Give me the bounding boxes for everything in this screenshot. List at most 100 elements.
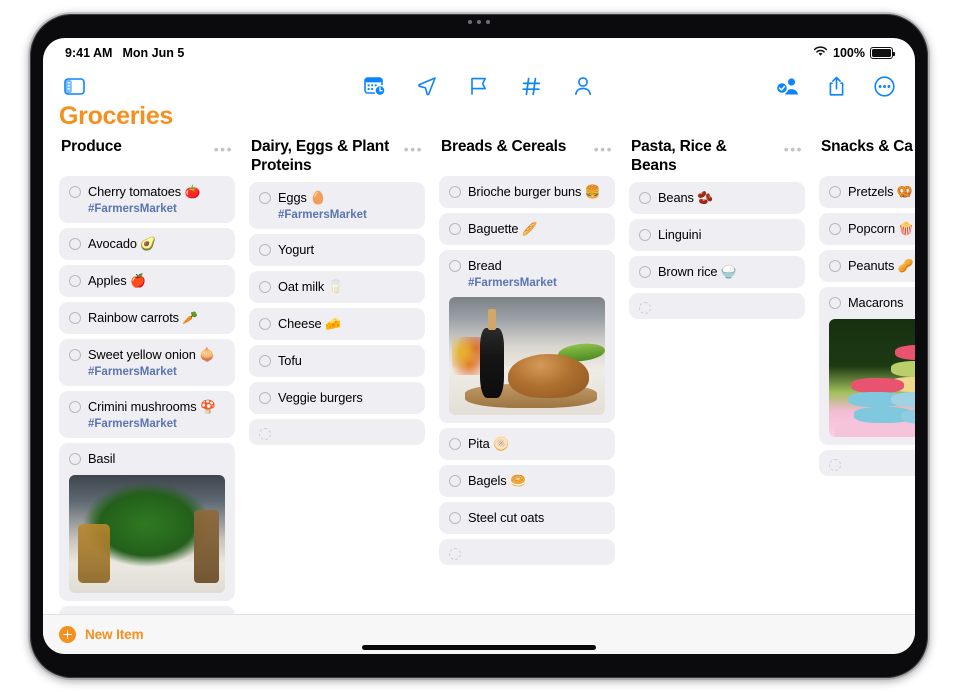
column-more-button[interactable]: •••: [404, 138, 423, 156]
checkbox-icon[interactable]: [829, 222, 841, 235]
checkbox-icon[interactable]: [829, 259, 841, 272]
list-item-label: Pretzels 🥨: [848, 184, 913, 199]
collaborate-icon[interactable]: [773, 71, 803, 101]
list-item-row: Crimini mushrooms 🍄: [69, 399, 225, 415]
checkbox-icon[interactable]: [639, 265, 651, 278]
share-icon[interactable]: [821, 71, 851, 101]
more-icon[interactable]: [869, 71, 899, 101]
column-more-button[interactable]: •••: [784, 138, 803, 156]
list-item[interactable]: Avocado 🥑: [59, 227, 235, 260]
list-item-row: [449, 546, 605, 560]
checkbox-icon[interactable]: [259, 191, 271, 204]
list-item[interactable]: Crimini mushrooms 🍄 #FarmersMarket: [59, 390, 235, 438]
checkbox-icon[interactable]: [259, 317, 271, 330]
list-item[interactable]: Linguini: [629, 218, 805, 251]
list-item-label: Basil: [88, 450, 116, 466]
item-tag[interactable]: #FarmersMarket: [69, 366, 225, 378]
new-item-placeholder[interactable]: [439, 538, 615, 565]
checkbox-icon[interactable]: [259, 354, 271, 367]
list-item[interactable]: Apples 🍎: [59, 264, 235, 297]
checkbox-icon[interactable]: [449, 474, 461, 487]
checkbox-icon[interactable]: [449, 511, 461, 524]
new-item-placeholder[interactable]: [629, 292, 805, 319]
list-item-label: Brioche burger buns 🍔: [468, 184, 601, 199]
column-more-button[interactable]: •••: [594, 138, 613, 156]
list-item[interactable]: Bagels 🥯: [439, 464, 615, 497]
list-item[interactable]: Popcorn 🍿: [819, 212, 915, 245]
checkbox-icon[interactable]: [639, 228, 651, 241]
list-item[interactable]: Brown rice 🍚: [629, 255, 805, 288]
item-photo-macaron[interactable]: [829, 318, 915, 437]
flag-icon[interactable]: [464, 71, 494, 101]
list-item[interactable]: Steel cut oats: [439, 501, 615, 534]
checkbox-icon[interactable]: [829, 296, 841, 309]
new-item-placeholder[interactable]: [819, 449, 915, 476]
list-item[interactable]: Peanuts 🥜: [819, 249, 915, 282]
checkbox-icon[interactable]: [69, 237, 81, 250]
new-item-placeholder[interactable]: [59, 605, 235, 614]
checkbox-icon[interactable]: [449, 547, 461, 560]
item-tag[interactable]: #FarmersMarket: [69, 203, 225, 215]
list-item[interactable]: Baguette 🥖: [439, 212, 615, 245]
list-item[interactable]: Tofu: [249, 344, 425, 377]
checkbox-icon[interactable]: [639, 301, 651, 314]
item-tag[interactable]: #FarmersMarket: [259, 209, 415, 221]
list-item[interactable]: Pretzels 🥨: [819, 176, 915, 208]
tag-icon[interactable]: [516, 71, 546, 101]
checkbox-icon[interactable]: [69, 452, 81, 465]
checkbox-icon[interactable]: [69, 400, 81, 413]
checkbox-icon[interactable]: [259, 391, 271, 404]
item-tag[interactable]: #FarmersMarket: [449, 277, 605, 289]
list-item[interactable]: Cherry tomatoes 🍅 #FarmersMarket: [59, 176, 235, 223]
new-item-placeholder[interactable]: [249, 418, 425, 445]
checkbox-icon[interactable]: [69, 311, 81, 324]
checkbox-icon[interactable]: [449, 222, 461, 235]
checkbox-icon[interactable]: [829, 458, 841, 471]
wifi-icon: [813, 46, 828, 60]
item-photo-basil[interactable]: [69, 474, 225, 593]
list-item-label: Cheese 🧀: [278, 315, 341, 331]
list-item[interactable]: Basil: [59, 442, 235, 601]
list-item[interactable]: Sweet yellow onion 🧅 #FarmersMarket: [59, 338, 235, 386]
list-item-row: Pita 🫓: [449, 436, 605, 452]
checkbox-icon[interactable]: [69, 186, 81, 198]
list-item[interactable]: Veggie burgers: [249, 381, 425, 414]
checkbox-icon[interactable]: [449, 437, 461, 450]
checkbox-icon[interactable]: [829, 186, 841, 198]
checkbox-icon[interactable]: [259, 427, 271, 440]
list-item-label: Popcorn 🍿: [848, 220, 915, 236]
list-item[interactable]: Eggs 🥚 #FarmersMarket: [249, 181, 425, 229]
checkbox-icon[interactable]: [69, 274, 81, 287]
plus-circle-icon[interactable]: [59, 626, 76, 643]
list-item[interactable]: Oat milk 🥛: [249, 270, 425, 303]
date-icon[interactable]: [360, 71, 390, 101]
checkbox-icon[interactable]: [449, 259, 461, 272]
checkbox-icon[interactable]: [259, 280, 271, 293]
list-item[interactable]: Rainbow carrots 🥕: [59, 301, 235, 334]
list-item-row: Cherry tomatoes 🍅: [69, 184, 225, 200]
checkbox-icon[interactable]: [639, 191, 651, 204]
checkbox-icon[interactable]: [259, 243, 271, 256]
list-item[interactable]: Pita 🫓: [439, 427, 615, 460]
sidebar-toggle-icon[interactable]: [59, 71, 89, 101]
item-tag[interactable]: #FarmersMarket: [69, 418, 225, 430]
list-item[interactable]: Brioche burger buns 🍔: [439, 176, 615, 208]
app-toolbar: [43, 64, 915, 108]
checkbox-icon[interactable]: [69, 348, 81, 361]
list-item[interactable]: Bread #FarmersMarket: [439, 249, 615, 423]
person-icon[interactable]: [568, 71, 598, 101]
item-photo-bread[interactable]: [449, 296, 605, 415]
column-more-button[interactable]: •••: [214, 138, 233, 156]
list-item[interactable]: Beans 🫘: [629, 181, 805, 214]
list-item-label: Bagels 🥯: [468, 472, 526, 488]
location-icon[interactable]: [412, 71, 442, 101]
battery-percent-label: 100%: [833, 46, 865, 60]
list-item[interactable]: Macarons: [819, 286, 915, 445]
battery-icon: [870, 47, 895, 59]
list-item-row: Apples 🍎: [69, 273, 225, 289]
list-item[interactable]: Cheese 🧀: [249, 307, 425, 340]
checkbox-icon[interactable]: [449, 186, 461, 198]
list-item[interactable]: Yogurt: [249, 233, 425, 266]
list-item-row: Cheese 🧀: [259, 316, 415, 332]
photo-detail: [850, 377, 904, 394]
